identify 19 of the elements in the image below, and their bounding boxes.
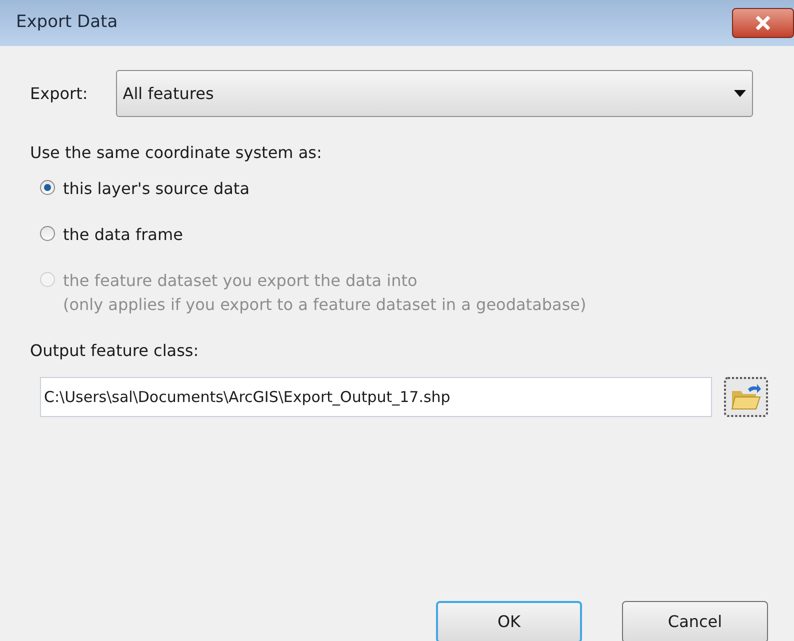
export-label: Export: — [30, 82, 88, 104]
cancel-button[interactable]: Cancel — [622, 601, 768, 641]
output-path-field[interactable]: C:\Users\sal\Documents\ArcGIS\Export_Output_17.shp — [40, 377, 712, 417]
close-icon — [755, 16, 771, 30]
option-label: the data frame — [63, 224, 183, 246]
section-label: Use the same coordinate system as: — [30, 142, 323, 164]
close-button[interactable] — [732, 8, 794, 38]
ok-button[interactable]: OK — [436, 601, 582, 641]
option-label: this layer's source data — [63, 178, 250, 200]
radio-button[interactable] — [40, 180, 55, 195]
folder-icon — [730, 383, 762, 411]
export-dropdown[interactable]: All features — [116, 70, 753, 117]
output-label: Output feature class: — [30, 340, 200, 362]
dropdown-arrow-icon — [734, 90, 746, 98]
radio-button[interactable] — [40, 226, 55, 241]
browse-button[interactable] — [724, 377, 768, 417]
window-title: Export Data — [16, 11, 118, 34]
option-note: (only applies if you export to a feature dataset in a geodatabase) — [63, 294, 586, 316]
option-label: the feature dataset you export the data into — [63, 270, 418, 292]
